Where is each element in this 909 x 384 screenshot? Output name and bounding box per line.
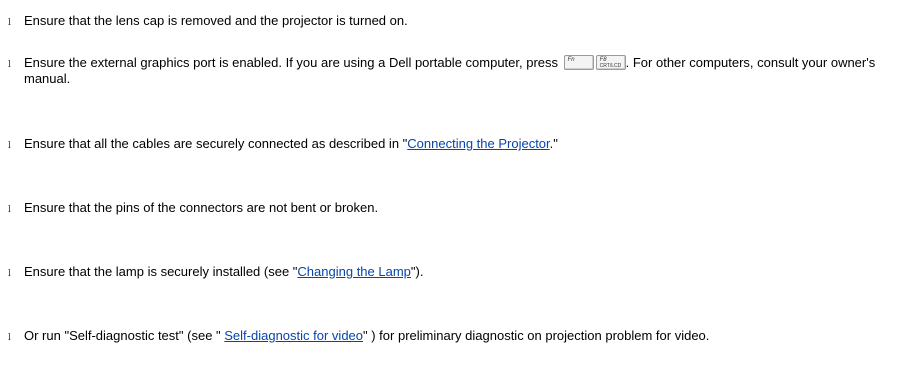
- bullet-icon: l: [8, 333, 11, 343]
- changing-the-lamp-link[interactable]: Changing the Lamp: [297, 264, 410, 279]
- list-item-text: Ensure that the lamp is securely install…: [24, 264, 424, 279]
- bullet-icon: l: [8, 141, 11, 151]
- bullet-icon: l: [8, 60, 11, 70]
- fn-key-icon: Fn: [563, 55, 594, 70]
- self-diagnostic-for-video-link[interactable]: Self-diagnostic for video: [224, 328, 363, 343]
- bullet-icon: l: [8, 205, 11, 215]
- bullet-icon: l: [8, 18, 11, 28]
- bullet-icon: l: [8, 269, 11, 279]
- list-item-text: Ensure the external graphics port is ena…: [24, 55, 876, 86]
- connecting-the-projector-link[interactable]: Connecting the Projector: [407, 136, 549, 151]
- f8-crt-lcd-key-icon: F8 CRT/LCD: [595, 55, 626, 70]
- list-item-text: Ensure that the lens cap is removed and …: [24, 13, 408, 28]
- list-item-text: Or run "Self-diagnostic test" (see " Sel…: [24, 328, 710, 343]
- list-item-text: Ensure that the pins of the connectors a…: [24, 200, 379, 215]
- list-item-text: Ensure that all the cables are securely …: [24, 136, 558, 151]
